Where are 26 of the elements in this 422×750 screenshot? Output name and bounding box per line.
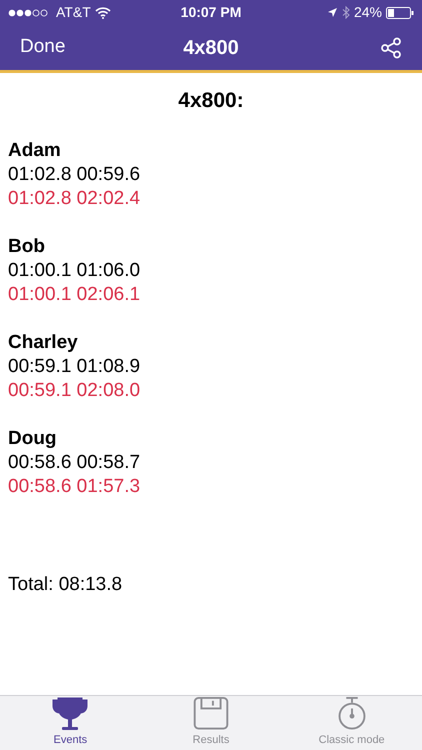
wifi-icon: [94, 6, 111, 18]
cumulative-times: 00:58.6 01:57.3: [8, 474, 142, 498]
split-times: 00:58.6 00:58.7: [8, 450, 142, 474]
runner-name: Doug: [8, 426, 58, 450]
split-times: 01:00.1 01:06.0: [8, 258, 142, 282]
event-heading: 4x800:: [177, 88, 245, 114]
tab[interactable]: Events: [0, 696, 141, 750]
cumulative-times: 01:00.1 02:06.1: [8, 282, 142, 306]
share-icon[interactable]: [380, 36, 402, 58]
trophy-icon: [51, 696, 90, 730]
battery-icon: [386, 6, 414, 18]
status-time: 10:07 PM: [180, 3, 242, 22]
done-button[interactable]: Done: [20, 33, 66, 62]
bluetooth-icon: [342, 6, 350, 19]
runner-name: Charley: [8, 330, 79, 354]
total-time: Total: 08:13.8: [8, 572, 124, 596]
carrier-name: AT&T: [56, 3, 91, 22]
cumulative-times: 01:02.8 02:02.4: [8, 186, 142, 210]
split-times: 00:59.1 01:08.9: [8, 354, 142, 378]
runner-name: Adam: [8, 138, 62, 162]
battery-percent: 24%: [354, 3, 382, 22]
split-times: 01:02.8 00:59.6: [8, 162, 142, 186]
runner-name: Bob: [8, 234, 46, 258]
location-arrow-icon: [326, 7, 338, 18]
screen-title: 4x800: [183, 36, 239, 60]
cumulative-times: 00:59.1 02:08.0: [8, 378, 142, 402]
